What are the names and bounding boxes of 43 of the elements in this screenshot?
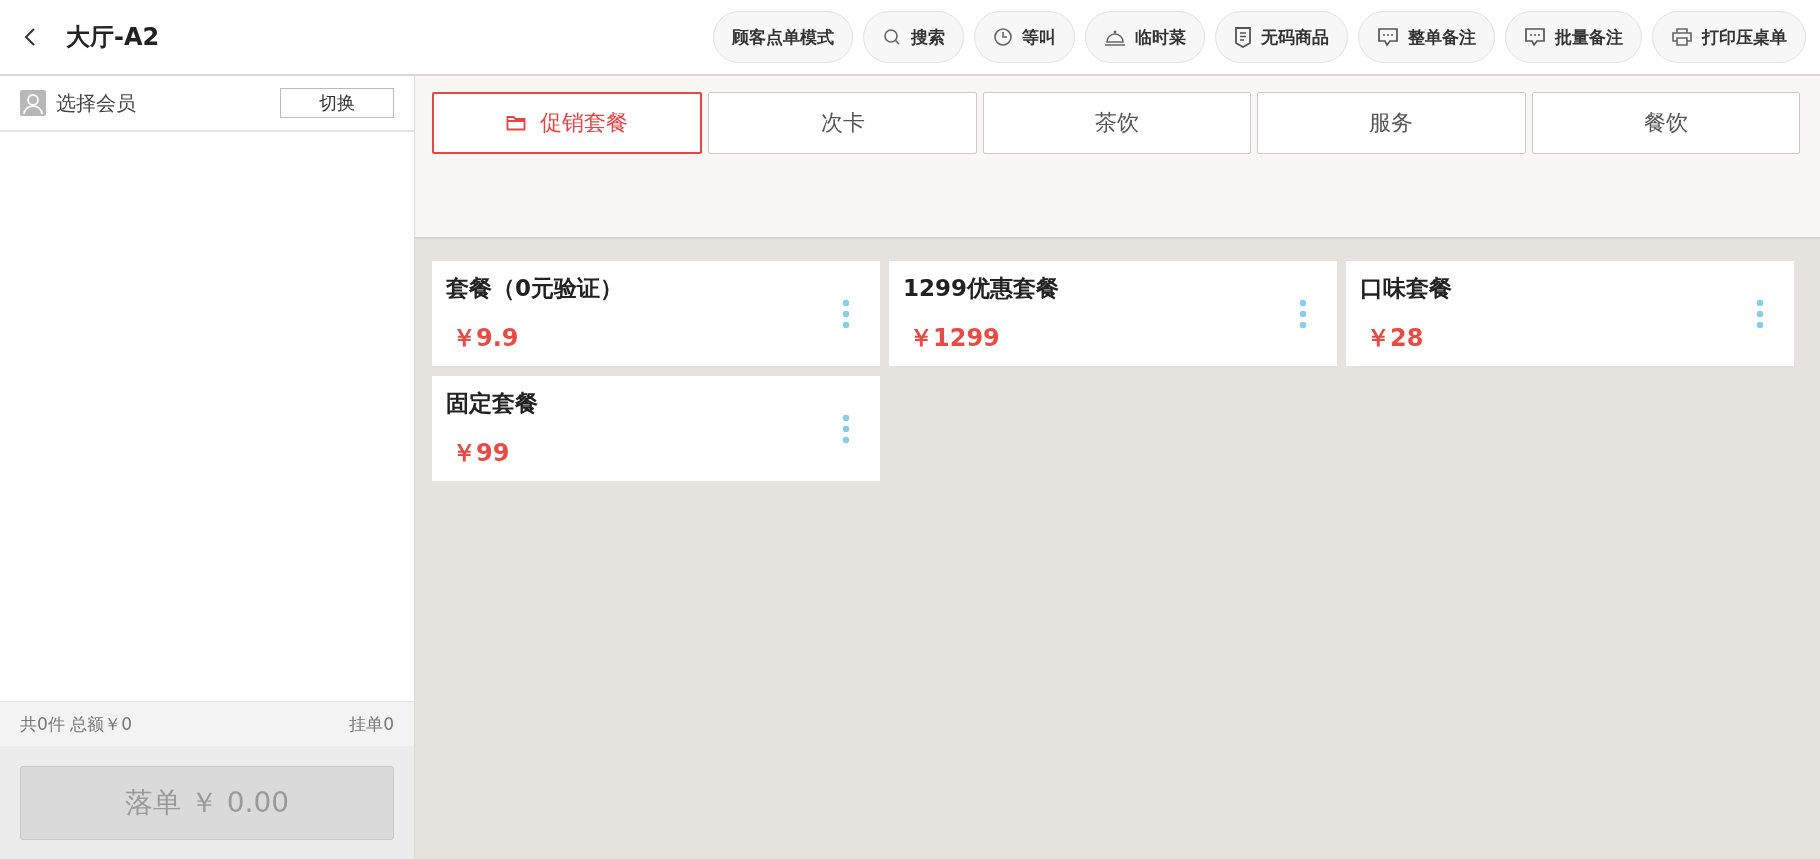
product-card[interactable]: 1299优惠套餐 ￥1299 (889, 261, 1337, 366)
toolbar-button[interactable]: 搜索 (863, 11, 964, 63)
switch-button[interactable]: 切换 (280, 88, 394, 118)
avatar-icon (20, 90, 46, 116)
product-price: ￥99 (451, 438, 511, 469)
clock-icon (993, 27, 1013, 47)
more-icon[interactable] (1299, 298, 1307, 329)
product-card[interactable]: 口味套餐 ￥28 (1346, 261, 1794, 366)
product-name: 1299优惠套餐 (903, 274, 1060, 303)
product-price: ￥1299 (908, 323, 1001, 354)
order-totals: 共0件 总额￥0 (20, 712, 133, 736)
category-tab[interactable]: 服务 (1257, 92, 1526, 154)
category-tab[interactable]: 促销套餐 (432, 92, 703, 154)
search-icon (882, 27, 902, 47)
product-card[interactable]: 固定套餐 ￥99 (432, 376, 880, 481)
category-tab[interactable]: 餐饮 (1531, 92, 1801, 154)
toolbar-button[interactable]: 整单备注 (1358, 11, 1495, 63)
printer-icon (1671, 27, 1693, 47)
table-title: 大厅-A2 (66, 22, 160, 53)
member-label[interactable]: 选择会员 (56, 89, 136, 117)
toolbar-button[interactable]: 等叫 (974, 11, 1075, 63)
more-icon[interactable] (842, 413, 850, 444)
product-name: 固定套餐 (446, 389, 539, 418)
toolbar-button[interactable]: 批量备注 (1505, 11, 1642, 63)
receipt-icon (1234, 26, 1252, 48)
toolbar-button[interactable]: 无码商品 (1215, 11, 1348, 63)
folder-icon (506, 115, 527, 131)
toolbar-button[interactable]: 临时菜 (1085, 11, 1205, 63)
comment-icon (1524, 27, 1546, 47)
toolbar-button[interactable]: 顾客点单模式 (713, 11, 853, 63)
more-icon[interactable] (1756, 298, 1764, 329)
product-price: ￥28 (1365, 323, 1425, 354)
held-orders[interactable]: 挂单0 (349, 712, 394, 736)
product-name: 套餐（0元验证） (446, 274, 624, 303)
back-icon[interactable] (24, 27, 36, 47)
category-tab[interactable]: 茶饮 (982, 92, 1252, 154)
more-icon[interactable] (842, 298, 850, 329)
toolbar-button[interactable]: 打印压桌单 (1652, 11, 1806, 63)
product-card[interactable]: 套餐（0元验证） ￥9.9 (432, 261, 880, 366)
comment-icon (1377, 27, 1399, 47)
product-price: ￥9.9 (451, 323, 520, 354)
product-name: 口味套餐 (1360, 274, 1453, 303)
category-tab[interactable]: 次卡 (708, 92, 977, 154)
